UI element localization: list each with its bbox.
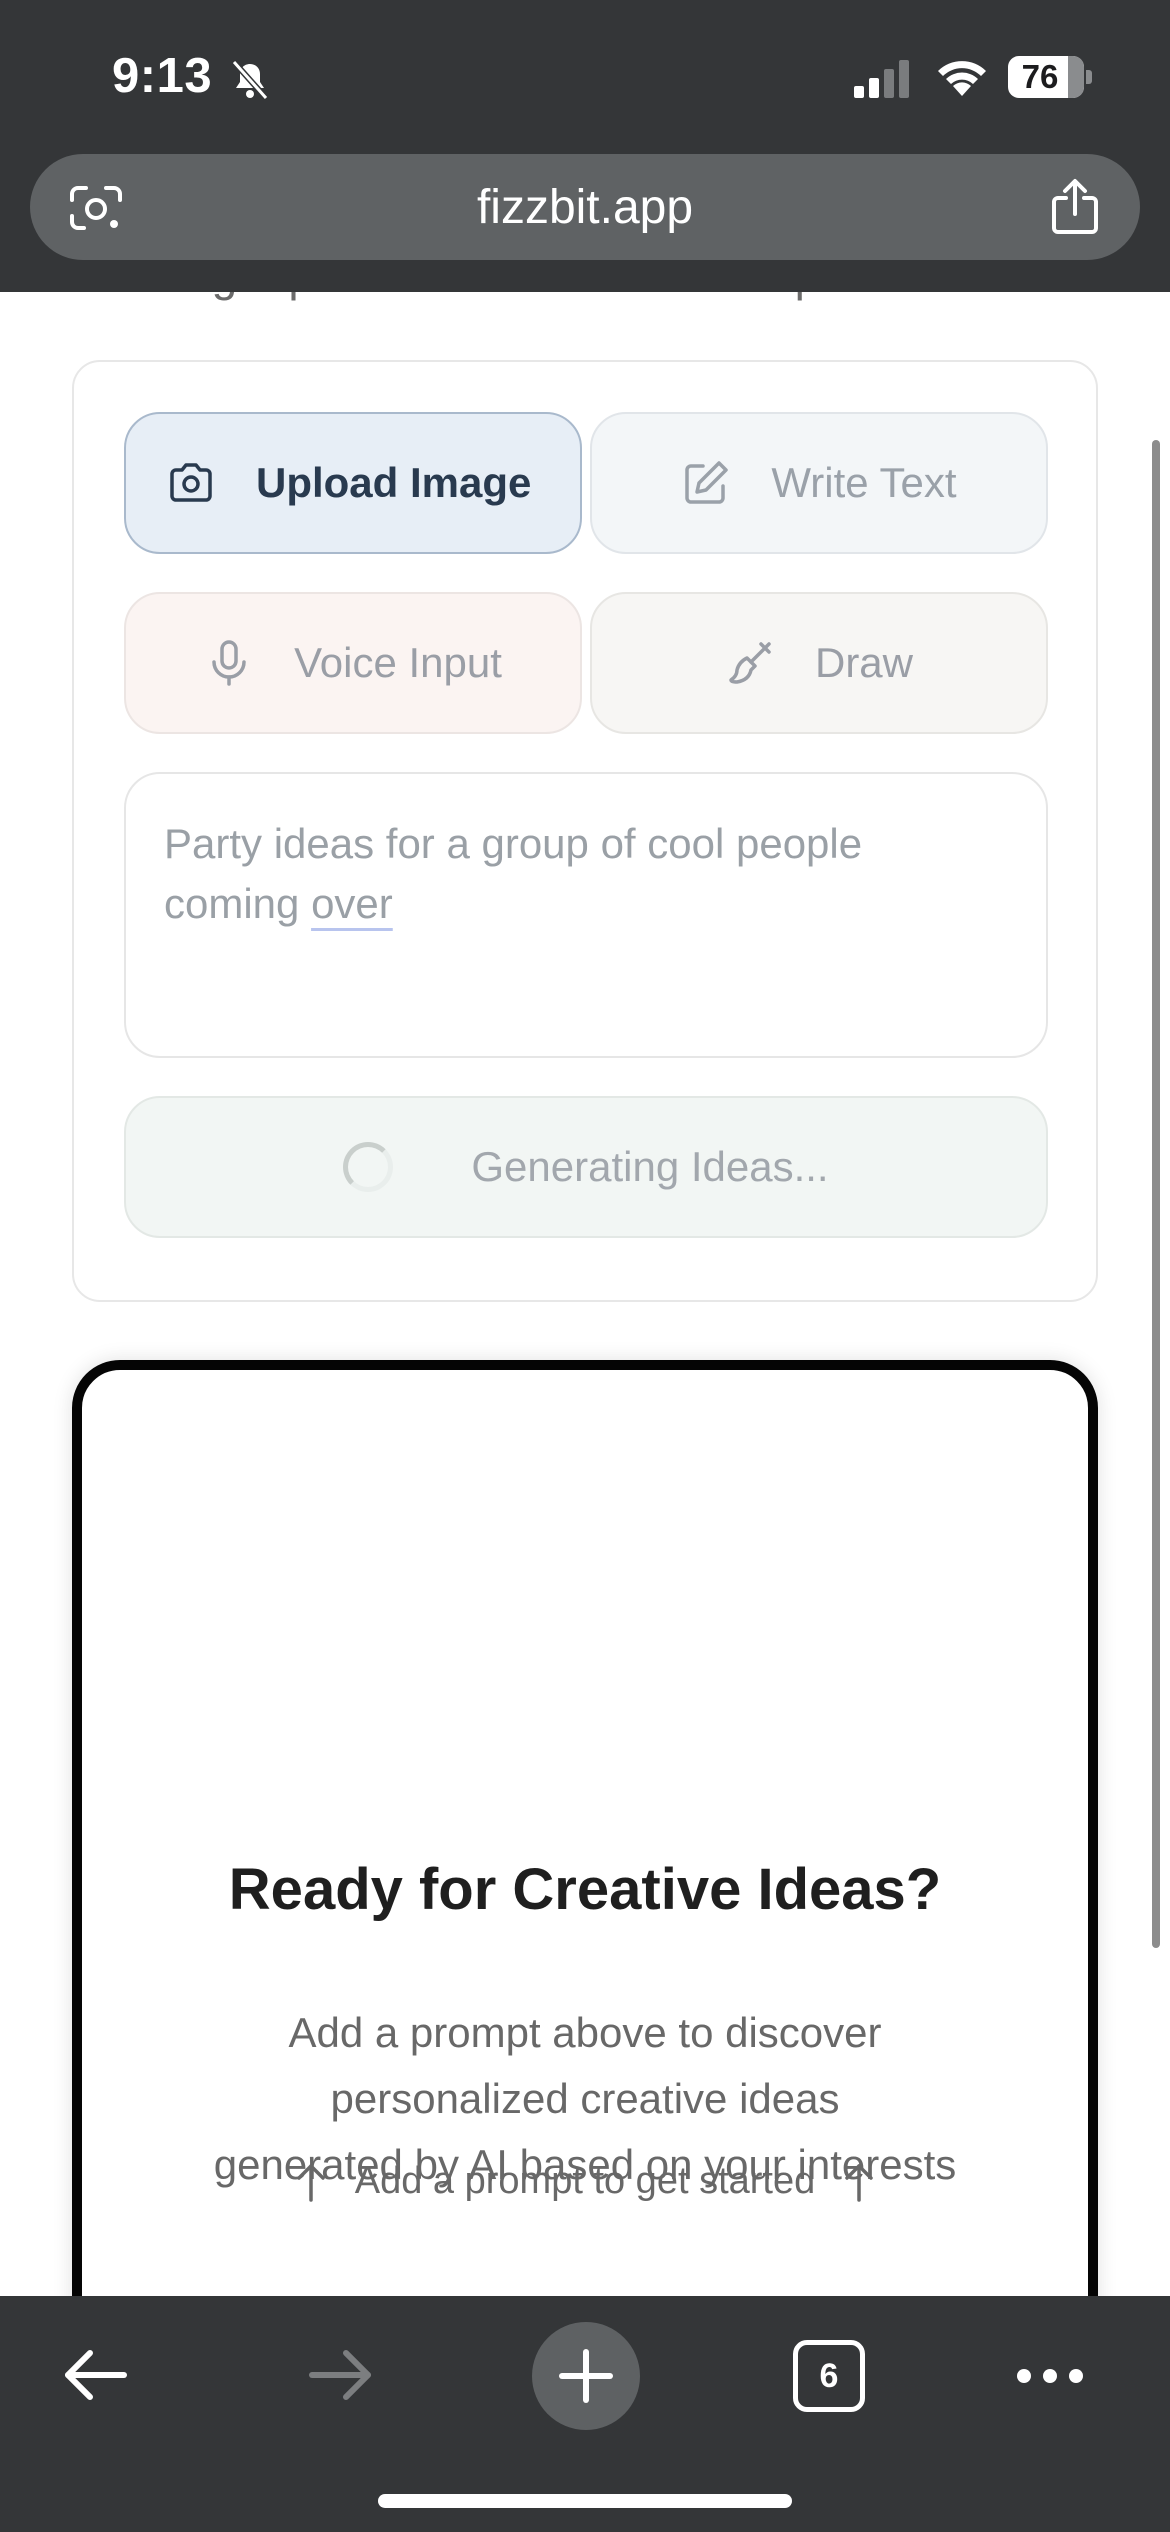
forward-arrow-icon xyxy=(309,2350,371,2400)
upload-image-button[interactable]: Upload Image xyxy=(124,412,582,554)
browser-top-chrome: 9:13 76 fizzbit.app xyxy=(0,0,1170,292)
microphone-icon xyxy=(212,640,246,686)
status-time: 9:13 xyxy=(112,49,213,103)
generate-ideas-label: Generating Ideas... xyxy=(471,1143,829,1190)
results-title: Ready for Creative Ideas? xyxy=(228,1857,942,1922)
battery-icon: 76 xyxy=(1008,56,1092,98)
write-text-button[interactable]: Write Text xyxy=(590,412,1048,554)
write-text-label: Write Text xyxy=(771,459,957,506)
forward-button[interactable] xyxy=(296,2330,386,2420)
address-bar[interactable]: fizzbit.app xyxy=(30,154,1140,260)
voice-input-button[interactable]: Voice Input xyxy=(124,592,582,734)
generate-ideas-button[interactable]: Generating Ideas... xyxy=(124,1096,1048,1238)
back-button[interactable] xyxy=(50,2330,140,2420)
input-card: Upload Image Write Text Voice Input Draw xyxy=(72,360,1098,1302)
bell-slash-icon xyxy=(231,60,269,100)
url-text[interactable]: fizzbit.app xyxy=(30,180,1140,235)
draw-label: Draw xyxy=(814,639,913,686)
prompt-text-spellcheck-word: over xyxy=(311,880,393,927)
pencil-square-icon xyxy=(685,461,729,504)
browser-bottom-toolbar: 6 xyxy=(0,2296,1170,2532)
web-page: get personalized creative inspiration. U… xyxy=(0,249,1170,2532)
back-arrow-icon xyxy=(65,2350,127,2400)
camera-icon xyxy=(170,463,212,502)
results-hint: Add a prompt to get started xyxy=(82,2160,1088,2203)
arrow-up-icon xyxy=(297,2163,325,2202)
draw-button[interactable]: Draw xyxy=(590,592,1048,734)
home-indicator[interactable] xyxy=(378,2494,792,2508)
wifi-icon xyxy=(938,61,986,96)
voice-input-label: Voice Input xyxy=(294,639,502,686)
tab-switcher-button[interactable]: 6 xyxy=(793,2340,865,2412)
page-scrollbar[interactable] xyxy=(1152,440,1160,1948)
new-tab-button[interactable] xyxy=(532,2322,640,2430)
arrow-up-icon xyxy=(845,2163,873,2202)
more-dots-icon xyxy=(1017,2369,1083,2383)
upload-image-label: Upload Image xyxy=(256,459,532,506)
prompt-text: Party ideas for a group of cool people c… xyxy=(164,820,863,927)
paintbrush-icon xyxy=(729,642,771,684)
results-hint-text: Add a prompt to get started xyxy=(354,2160,816,2202)
plus-icon xyxy=(559,2349,613,2403)
share-icon[interactable] xyxy=(1048,178,1102,236)
cellular-signal-icon xyxy=(854,60,909,98)
battery-level: 76 xyxy=(1021,58,1059,95)
prompt-textarea[interactable]: Party ideas for a group of cool people c… xyxy=(124,772,1048,1058)
spinner-icon xyxy=(343,1142,394,1192)
more-menu-button[interactable] xyxy=(1010,2340,1090,2412)
